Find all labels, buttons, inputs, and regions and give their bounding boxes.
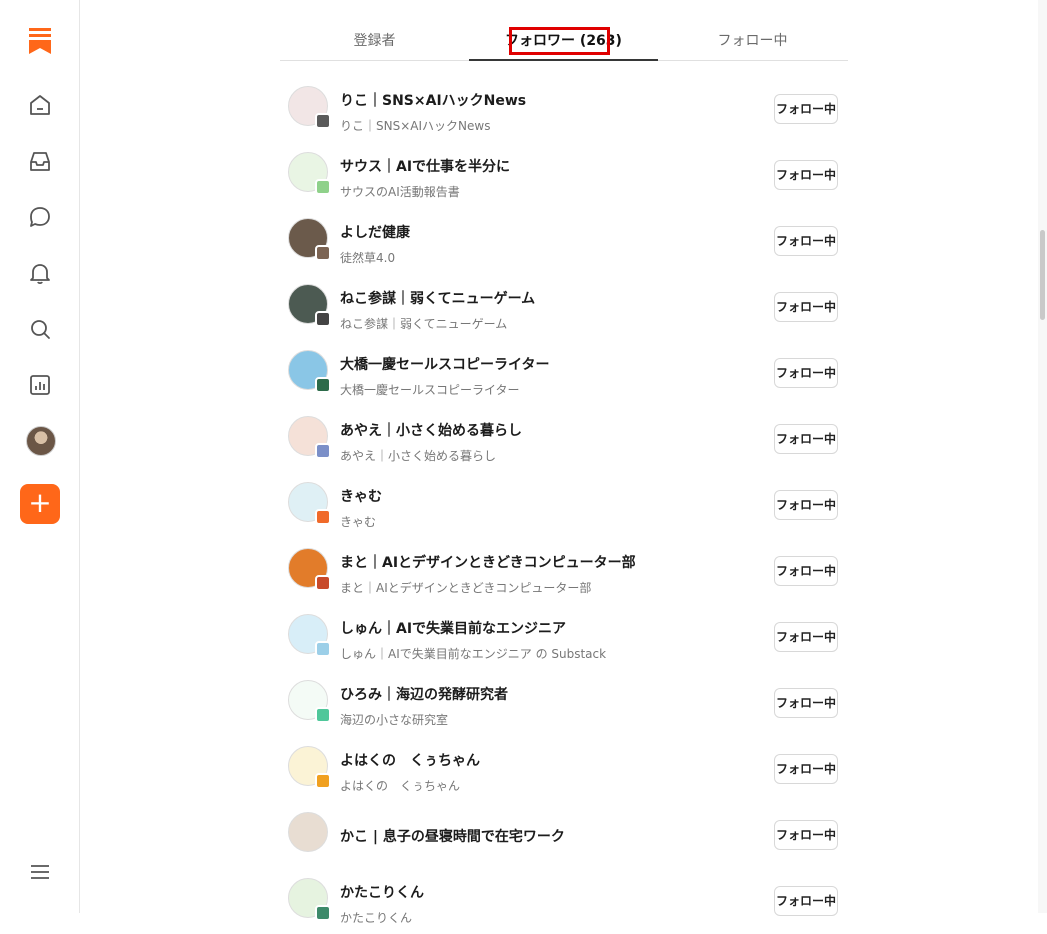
following-button[interactable]: フォロー中: [774, 622, 838, 652]
follower-row[interactable]: かこ | 息子の昼寝時間で在宅ワーク フォロー中: [280, 802, 848, 868]
following-button[interactable]: フォロー中: [774, 820, 838, 850]
following-button[interactable]: フォロー中: [774, 292, 838, 322]
profile-avatar[interactable]: [26, 426, 56, 456]
following-button[interactable]: フォロー中: [774, 358, 838, 388]
follower-name[interactable]: よはくの くぅちゃん: [340, 750, 480, 770]
follower-name[interactable]: りこ｜SNS×AIハックNews: [340, 90, 526, 110]
follower-name[interactable]: ねこ参謀｜弱くてニューゲーム: [340, 288, 535, 308]
following-button[interactable]: フォロー中: [774, 886, 838, 916]
follower-row[interactable]: よはくの くぅちゃん よはくの くぅちゃん フォロー中: [280, 736, 848, 802]
follower-name[interactable]: ひろみ｜海辺の発酵研究者: [340, 684, 508, 704]
follower-publication: しゅん｜AIで失業目前なエンジニア の Substack: [340, 647, 607, 661]
follower-name[interactable]: よしだ健康: [340, 222, 410, 242]
following-button[interactable]: フォロー中: [774, 94, 838, 124]
publication-badge: [315, 311, 331, 327]
follower-name[interactable]: しゅん｜AIで失業目前なエンジニア: [340, 618, 566, 638]
follower-publication: ねこ参謀｜弱くてニューゲーム: [340, 317, 508, 331]
follower-publication: かたこりくん: [340, 911, 413, 925]
follower-row[interactable]: サウス｜AIで仕事を半分にサウスのAI活動報告書 フォロー中: [280, 142, 848, 208]
follower-row[interactable]: しゅん｜AIで失業目前なエンジニアしゅん｜AIで失業目前なエンジニア の Sub…: [280, 604, 848, 670]
follower-publication: りこ｜SNS×AIハックNews: [340, 119, 491, 133]
publication-badge: [315, 575, 331, 591]
create-button[interactable]: +: [20, 484, 60, 524]
follower-publication: きゃむ: [340, 515, 377, 529]
tab-following[interactable]: フォロー中: [658, 22, 847, 60]
follower-row[interactable]: ねこ参謀｜弱くてニューゲーム ねこ参謀｜弱くてニューゲーム フォロー中: [280, 274, 848, 340]
follower-name[interactable]: サウス｜AIで仕事を半分に: [340, 156, 510, 176]
follower-publication: サウスのAI活動報告書: [340, 185, 460, 199]
follower-name[interactable]: かたこりくん: [340, 882, 424, 902]
chat-icon[interactable]: [27, 204, 53, 230]
following-button[interactable]: フォロー中: [774, 490, 838, 520]
publication-badge: [315, 641, 331, 657]
following-button[interactable]: フォロー中: [774, 688, 838, 718]
following-button[interactable]: フォロー中: [774, 160, 838, 190]
follower-row[interactable]: りこ｜SNS×AIハックNews りこ｜SNS×AIハックNews フォロー中: [280, 76, 848, 142]
scrollbar-thumb[interactable]: [1040, 230, 1045, 320]
publication-badge: [315, 707, 331, 723]
follower-name[interactable]: あやえ｜小さく始める暮らし: [340, 420, 522, 440]
follower-name[interactable]: きゃむ: [340, 486, 382, 506]
follower-row[interactable]: きゃむ きゃむ フォロー中: [280, 472, 848, 538]
avatar[interactable]: [288, 812, 328, 852]
follower-publication: あやえ｜小さく始める暮らし: [340, 449, 497, 463]
inbox-icon[interactable]: [27, 148, 53, 174]
follower-publication: 大橋一慶セールスコピーライター: [340, 383, 520, 397]
following-button[interactable]: フォロー中: [774, 754, 838, 784]
follower-publication: まと｜AIとデザインときどきコンピューター部: [340, 581, 592, 595]
substack-logo-icon[interactable]: [29, 28, 51, 54]
tab-subscribers[interactable]: 登録者: [280, 22, 469, 60]
follower-row[interactable]: 大橋一慶セールスコピーライター 大橋一慶セールスコピーライター フォロー中: [280, 340, 848, 406]
sidebar: +: [0, 0, 80, 913]
menu-icon[interactable]: [30, 864, 50, 880]
publication-badge: [315, 179, 331, 195]
following-button[interactable]: フォロー中: [774, 226, 838, 256]
tab-highlight-box: [509, 27, 610, 55]
follower-publication: 海辺の小さな研究室: [340, 713, 449, 727]
follower-row[interactable]: ひろみ｜海辺の発酵研究者海辺の小さな研究室 フォロー中: [280, 670, 848, 736]
scrollbar[interactable]: [1038, 0, 1047, 913]
bell-icon[interactable]: [27, 260, 53, 286]
publication-badge: [315, 377, 331, 393]
main-content: 登録者 フォロワー (263) フォロー中 りこ｜SNS×AIハックNews りこ…: [280, 0, 848, 925]
follower-publication: 徒然草4.0: [340, 251, 396, 265]
publication-badge: [315, 905, 331, 921]
follower-row[interactable]: よしだ健康徒然草4.0 フォロー中: [280, 208, 848, 274]
follower-publication: よはくの くぅちゃん: [340, 779, 461, 793]
publication-badge: [315, 773, 331, 789]
publication-badge: [315, 245, 331, 261]
following-button[interactable]: フォロー中: [774, 424, 838, 454]
home-icon[interactable]: [27, 92, 53, 118]
follower-row[interactable]: かたこりくん かたこりくん フォロー中: [280, 868, 848, 934]
follower-name[interactable]: 大橋一慶セールスコピーライター: [340, 354, 549, 374]
publication-badge: [315, 443, 331, 459]
search-icon[interactable]: [27, 316, 53, 342]
following-button[interactable]: フォロー中: [774, 556, 838, 586]
publication-badge: [315, 113, 331, 129]
stats-icon[interactable]: [27, 372, 53, 398]
follower-row[interactable]: まと｜AIとデザインときどきコンピューター部まと｜AIとデザインときどきコンピュ…: [280, 538, 848, 604]
follower-row[interactable]: あやえ｜小さく始める暮らし あやえ｜小さく始める暮らし フォロー中: [280, 406, 848, 472]
follower-name[interactable]: まと｜AIとデザインときどきコンピューター部: [340, 552, 636, 572]
publication-badge: [315, 509, 331, 525]
follower-name[interactable]: かこ | 息子の昼寝時間で在宅ワーク: [340, 826, 565, 846]
